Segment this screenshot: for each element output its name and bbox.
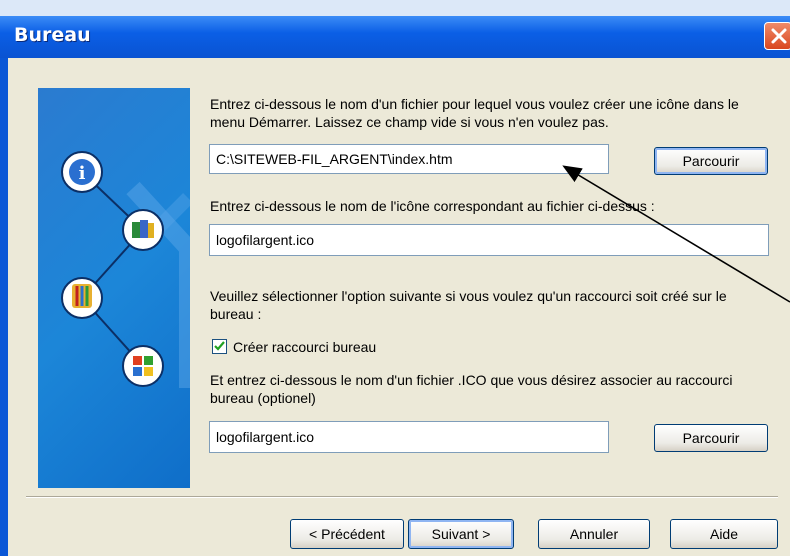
footer-separator — [26, 496, 778, 498]
next-button[interactable]: Suivant > — [408, 519, 514, 549]
window-title: Bureau — [14, 24, 91, 46]
create-shortcut-checkbox[interactable] — [212, 339, 227, 354]
wizard-side-image: i — [38, 88, 190, 488]
help-button[interactable]: Aide — [670, 519, 778, 549]
close-button[interactable] — [764, 22, 790, 50]
checkmark-icon — [214, 341, 225, 351]
start-menu-file-input[interactable]: C:\SITEWEB-FIL_ARGENT\index.htm — [209, 144, 609, 174]
pencils-icon — [61, 277, 103, 319]
back-button[interactable]: < Précédent — [290, 519, 404, 549]
close-icon — [771, 28, 787, 44]
create-shortcut-label[interactable]: Créer raccourci bureau — [233, 338, 376, 356]
start-menu-file-instruction: Entrez ci-dessous le nom d'un fichier po… — [210, 96, 739, 130]
windows-logo-icon — [122, 345, 164, 387]
ico-file-input[interactable]: logofilargent.ico — [209, 421, 609, 453]
info-icon: i — [61, 151, 103, 193]
svg-text:i: i — [79, 163, 86, 184]
browse-start-menu-button[interactable]: Parcourir — [654, 147, 768, 175]
browse-ico-button[interactable]: Parcourir — [654, 424, 768, 452]
icon-name-instruction: Entrez ci-dessous le nom de l'icône corr… — [210, 198, 655, 214]
cancel-button[interactable]: Annuler — [538, 519, 650, 549]
dialog-window: Bureau i Entrez ci-dessous le nom d'un f… — [0, 0, 790, 556]
desktop-shortcut-instruction: Veuillez sélectionner l'option suivante … — [210, 288, 727, 322]
books-icon — [122, 209, 164, 251]
icon-name-input[interactable]: logofilargent.ico — [209, 224, 769, 256]
ico-file-instruction: Et entrez ci-dessous le nom d'un fichier… — [210, 372, 733, 406]
top-strip — [0, 0, 790, 16]
title-bar[interactable] — [0, 16, 790, 58]
